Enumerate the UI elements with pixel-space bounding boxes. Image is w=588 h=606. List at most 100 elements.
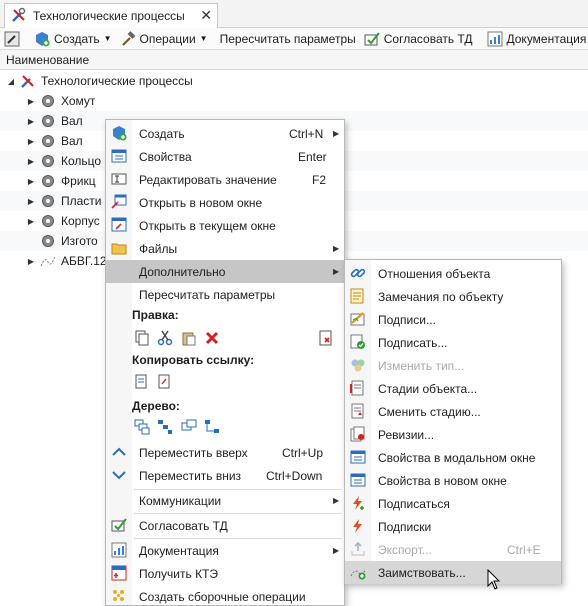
menu-item-create[interactable]: Создать Ctrl+N ▶	[106, 122, 344, 145]
tab-tech-processes[interactable]: Технологические процессы ✕	[4, 3, 218, 28]
menu-item-label: Пересчитать параметры	[139, 287, 276, 302]
tree-select-icon[interactable]	[203, 418, 221, 436]
copy-icon[interactable]	[133, 329, 151, 347]
expand-icon[interactable]: ▶	[26, 157, 36, 166]
menu-item-open-new-window[interactable]: Открыть в новом окне	[106, 191, 344, 214]
menu-item-label: Ревизии...	[378, 427, 435, 442]
toolbar: Создать ▼ Операции ▼ Пересчитать парамет…	[0, 28, 588, 50]
recalc-label: Пересчитать параметры	[219, 31, 356, 46]
recalc-button[interactable]: Пересчитать параметры	[212, 28, 360, 50]
tab-title: Технологические процессы	[33, 9, 185, 23]
tree-item-label: Кольцо	[61, 154, 102, 168]
tree-levels-icon[interactable]	[156, 418, 174, 436]
gear-icon	[40, 213, 56, 229]
gear-icon	[40, 173, 56, 189]
menu-item-move-up[interactable]: Переместить вверх Ctrl+Up	[106, 441, 344, 464]
delete-icon[interactable]	[203, 329, 221, 347]
menu-item-move-down[interactable]: Переместить вниз Ctrl+Down	[106, 464, 344, 487]
signatures-icon	[350, 311, 366, 327]
assembly-icon	[111, 588, 127, 604]
expand-icon[interactable]: ▶	[26, 217, 36, 226]
expand-icon[interactable]: ▶	[26, 177, 36, 186]
menu-item-label: Согласовать ТД	[139, 518, 228, 533]
properties-icon	[350, 472, 366, 488]
submenu-item-revisions[interactable]: Ревизии...	[345, 423, 561, 446]
subscriptions-icon	[350, 518, 366, 534]
tool-icon	[4, 31, 20, 46]
menu-item-edit-value[interactable]: Редактировать значение F2	[106, 168, 344, 191]
submenu-item-subscribe[interactable]: Подписаться	[345, 492, 561, 515]
submenu-item-change-stage[interactable]: Сменить стадию...	[345, 400, 561, 423]
menu-item-create-assembly[interactable]: Создать сборочные операции	[106, 585, 344, 606]
paste-icon[interactable]	[180, 329, 198, 347]
properties-icon	[350, 449, 366, 465]
edit-field-icon	[111, 171, 127, 187]
documentation-label: Документация	[506, 31, 587, 46]
submenu-item-borrow[interactable]: Заимствовать...	[345, 561, 561, 584]
submenu-item-props-new-window[interactable]: Свойства в новом окне	[345, 469, 561, 492]
revisions-icon	[350, 426, 366, 442]
tree-item-label: АБВГ.12	[61, 254, 107, 268]
properties-icon	[111, 148, 127, 164]
tree-item-label: Фрикц	[61, 174, 96, 188]
delete-document-icon[interactable]	[317, 329, 335, 347]
submenu-item-stages[interactable]: Стадии объекта...	[345, 377, 561, 400]
submenu-item-export: Экспорт... Ctrl+E	[345, 538, 561, 561]
menu-item-label: Файлы	[139, 241, 178, 256]
menu-item-label: Создать сборочные операции	[139, 589, 306, 604]
menu-item-open-current-window[interactable]: Открыть в текущем окне	[106, 214, 344, 237]
menu-item-additional[interactable]: Дополнительно ▶	[106, 260, 344, 283]
menu-item-files[interactable]: Файлы ▶	[106, 237, 344, 260]
copy-link-icon[interactable]	[133, 373, 151, 391]
expand-icon[interactable]: ▶	[26, 197, 36, 206]
menu-item-label: Свойства в новом окне	[378, 473, 507, 488]
menu-item-label: Коммуникации	[139, 493, 222, 508]
create-button[interactable]: Создать ▼	[30, 28, 116, 50]
expand-icon[interactable]: ▶	[26, 257, 36, 266]
sign-icon	[350, 334, 366, 350]
submenu-item-remarks[interactable]: Замечания по объекту	[345, 285, 561, 308]
submenu-item-subscriptions[interactable]: Подписки	[345, 515, 561, 538]
submenu-item-relations[interactable]: Отношения объекта	[345, 262, 561, 285]
chevron-down-icon: ▼	[103, 34, 112, 43]
cut-icon[interactable]	[156, 329, 174, 347]
menu-item-documentation[interactable]: Документация ▶	[106, 539, 344, 562]
copy-link-alt-icon[interactable]	[156, 373, 174, 391]
menu-item-get-kte[interactable]: Получить КТЭ	[106, 562, 344, 585]
stages-icon	[350, 380, 366, 396]
expand-icon[interactable]: ▶	[26, 117, 36, 126]
submenu-item-signatures[interactable]: Подписи...	[345, 308, 561, 331]
menu-item-recalc[interactable]: Пересчитать параметры	[106, 283, 344, 306]
menu-item-label: Отношения объекта	[378, 266, 491, 281]
column-header-name[interactable]: Наименование	[0, 50, 588, 70]
menu-item-label: Заимствовать...	[378, 565, 466, 580]
tree-collapse-icon[interactable]	[180, 418, 198, 436]
close-icon[interactable]: ✕	[200, 7, 212, 24]
tree-item[interactable]: ▶ Хомут	[0, 91, 588, 111]
menu-item-approve-td[interactable]: Согласовать ТД	[106, 514, 344, 537]
expand-icon[interactable]: ▶	[26, 97, 36, 106]
menu-item-shortcut: Ctrl+E	[507, 542, 541, 557]
export-icon	[350, 541, 366, 557]
documentation-button[interactable]: Документация ▼	[483, 28, 588, 50]
tree-item-label: Вал	[61, 134, 83, 148]
submenu-arrow-icon: ▶	[333, 267, 340, 276]
menu-item-properties[interactable]: Свойства Enter	[106, 145, 344, 168]
section-tree: Дерево:	[132, 399, 180, 413]
new-window-icon	[111, 194, 127, 210]
operations-button[interactable]: Операции ▼	[116, 28, 212, 50]
submenu-arrow-icon: ▶	[333, 546, 340, 555]
tree-expand-icon[interactable]	[133, 418, 151, 436]
change-stage-icon	[350, 403, 366, 419]
menu-item-shortcut: Ctrl+Up	[282, 445, 324, 460]
subscribe-icon	[350, 495, 366, 511]
collapse-icon[interactable]: ◢	[6, 77, 16, 86]
approve-td-button[interactable]: Согласовать ТД	[360, 28, 477, 50]
tree-root[interactable]: ◢ Технологические процессы	[0, 71, 588, 91]
expand-icon[interactable]: ▶	[26, 137, 36, 146]
menu-item-label: Подписать...	[378, 335, 448, 350]
submenu-item-props-modal[interactable]: Свойства в модальном окне	[345, 446, 561, 469]
tool-button[interactable]	[0, 28, 24, 50]
submenu-item-sign[interactable]: Подписать...	[345, 331, 561, 354]
menu-item-communications[interactable]: Коммуникации ▶	[106, 489, 344, 512]
